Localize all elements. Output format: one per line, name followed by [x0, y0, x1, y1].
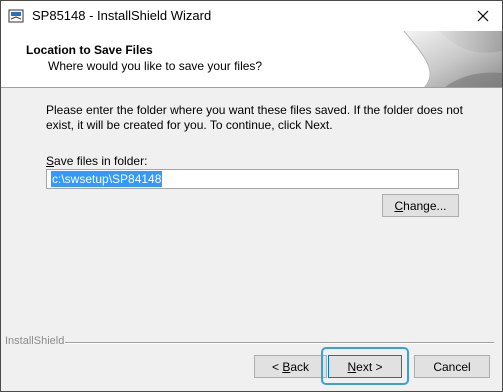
back-button-arrow: <	[271, 359, 283, 374]
title-bar[interactable]: SP85148 - InstallShield Wizard	[1, 1, 502, 31]
change-button-accel: C	[394, 198, 404, 213]
header-subtitle: Where would you like to save your files?	[48, 59, 263, 73]
change-button-label: hange...	[403, 198, 447, 213]
cancel-button[interactable]: Cancel	[414, 355, 490, 378]
next-button-label: ext >	[356, 359, 383, 374]
change-button[interactable]: Change...	[382, 194, 459, 217]
installshield-wizard-window: SP85148 - InstallShield Wizard Location …	[0, 0, 503, 392]
close-icon	[477, 10, 489, 22]
next-button[interactable]: Next >	[328, 355, 402, 378]
next-button-accel: N	[347, 359, 357, 374]
back-button-accel: B	[282, 359, 291, 374]
back-button-label: ack	[290, 359, 310, 374]
installshield-brand: InstallShield	[5, 335, 65, 347]
save-folder-value: c:\swsetup\SP84148	[51, 171, 163, 187]
save-folder-input[interactable]: c:\swsetup\SP84148	[46, 169, 459, 189]
wizard-header: Location to Save Files Where would you l…	[1, 31, 502, 88]
cancel-button-label: Cancel	[433, 359, 471, 374]
save-folder-label-text: ave files in folder:	[54, 154, 148, 168]
save-folder-label-accel: S	[46, 154, 55, 168]
footer-divider	[65, 342, 494, 344]
save-folder-label: Save files in folder:	[46, 154, 147, 168]
installer-icon	[8, 8, 24, 24]
close-button[interactable]	[470, 5, 496, 27]
instructions-text: Please enter the folder where you want t…	[46, 103, 463, 132]
header-title: Location to Save Files	[26, 43, 153, 57]
window-title: SP85148 - InstallShield Wizard	[32, 8, 212, 23]
page-curl-graphic	[403, 31, 502, 87]
back-button[interactable]: < Back	[254, 355, 327, 378]
